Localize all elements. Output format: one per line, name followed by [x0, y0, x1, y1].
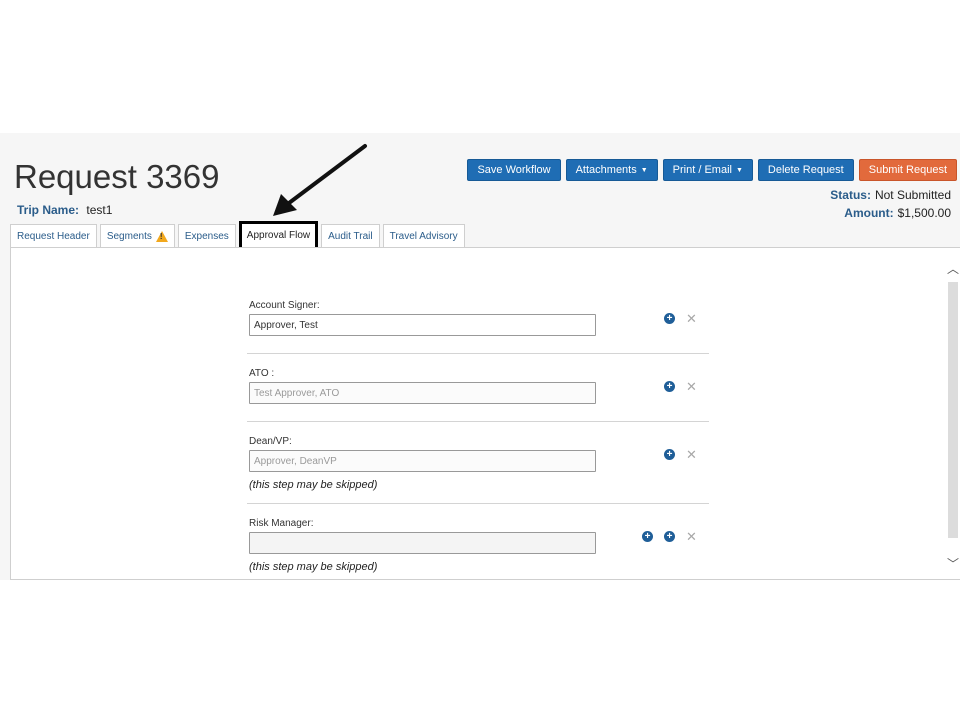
tab-label: Travel Advisory [389, 230, 458, 242]
ato-field[interactable]: Test Approver, ATO [249, 382, 596, 404]
tab-approval-flow[interactable]: Approval Flow [238, 221, 319, 250]
attachments-button[interactable]: Attachments ▼ [565, 159, 658, 181]
tab-label: Approval Flow [246, 230, 311, 241]
attachments-label: Attachments [575, 164, 637, 176]
trip-name-value: test1 [86, 203, 113, 217]
skip-note: (this step may be skipped) [249, 479, 378, 491]
account-signer-field[interactable]: Approver, Test [249, 314, 596, 336]
trip-name-label: Trip Name: [17, 203, 80, 217]
chevron-down-icon[interactable]: ﹀ [946, 557, 960, 571]
approval-flow-panel: Account Signer: Approver, Test + ✕ ATO :… [10, 247, 960, 580]
amount-label: Amount: [844, 206, 894, 220]
status-value: Not Submitted [874, 188, 951, 202]
plus-circle-icon[interactable]: + [664, 381, 675, 392]
submit-request-label: Submit Request [868, 164, 947, 176]
chevron-up-icon[interactable]: ︿ [946, 262, 960, 276]
x-icon[interactable]: ✕ [686, 448, 697, 461]
step-label: ATO : [249, 368, 275, 379]
dean-vp-field[interactable]: Approver, DeanVP [249, 450, 596, 472]
approval-step-ato: ATO : Test Approver, ATO [249, 368, 711, 404]
divider [247, 421, 709, 422]
print-email-button[interactable]: Print / Email ▼ [662, 159, 753, 181]
plus-circle-icon[interactable]: + [664, 449, 675, 460]
x-icon[interactable]: ✕ [686, 312, 697, 325]
x-icon[interactable]: ✕ [686, 380, 697, 393]
x-icon[interactable]: ✕ [686, 530, 697, 543]
skip-note: (this step may be skipped) [249, 561, 378, 573]
plus-circle-icon[interactable]: + [664, 531, 675, 542]
tab-request-header[interactable]: Request Header [10, 224, 97, 247]
save-workflow-button[interactable]: Save Workflow [467, 159, 561, 181]
divider [247, 503, 709, 504]
tab-label: Audit Trail [328, 230, 373, 242]
tab-label: Request Header [17, 230, 90, 242]
approval-step-account-signer: Account Signer: Approver, Test [249, 300, 711, 336]
risk-manager-field[interactable] [249, 532, 596, 554]
amount-value: $1,500.00 [897, 206, 951, 220]
step-label: Dean/VP: [249, 436, 292, 447]
tab-expenses[interactable]: Expenses [177, 224, 236, 247]
request-status: Status: Not Submitted Amount: $1,500.00 [830, 186, 951, 222]
vertical-scrollbar[interactable]: ︿ ﹀ [946, 248, 960, 581]
caret-down-icon: ▼ [735, 166, 743, 174]
step-label: Account Signer: [249, 300, 320, 311]
request-page: Request 3369 Trip Name: test1 Save Workf… [0, 133, 960, 580]
print-email-label: Print / Email [672, 164, 732, 176]
tab-audit-trail[interactable]: Audit Trail [321, 224, 380, 247]
caret-down-icon: ▼ [640, 166, 648, 174]
tab-label: Expenses [184, 230, 229, 242]
toolbar: Save Workflow Attachments ▼ Print / Email… [467, 159, 957, 181]
save-workflow-label: Save Workflow [477, 164, 551, 176]
scrollbar-thumb[interactable] [948, 282, 958, 538]
tab-label: Segments [106, 230, 152, 242]
trip-name: Trip Name: test1 [17, 203, 112, 217]
page-title: Request 3369 [14, 158, 220, 195]
tab-segments[interactable]: Segments [99, 224, 175, 247]
approval-step-risk-manager: Risk Manager: (this step may be skipped) [249, 518, 711, 573]
step-label: Risk Manager: [249, 518, 314, 529]
delete-request-button[interactable]: Delete Request [757, 159, 854, 181]
tab-travel-advisory[interactable]: Travel Advisory [382, 224, 465, 247]
plus-circle-icon[interactable]: + [642, 531, 653, 542]
plus-circle-icon[interactable]: + [664, 313, 675, 324]
status-label: Status: [830, 188, 871, 202]
annotation-arrow-icon [273, 144, 367, 216]
approval-step-dean-vp: Dean/VP: Approver, DeanVP (this step may… [249, 436, 711, 491]
warning-icon [155, 230, 168, 242]
divider [247, 353, 709, 354]
submit-request-button[interactable]: Submit Request [858, 159, 957, 181]
delete-request-label: Delete Request [767, 164, 844, 176]
